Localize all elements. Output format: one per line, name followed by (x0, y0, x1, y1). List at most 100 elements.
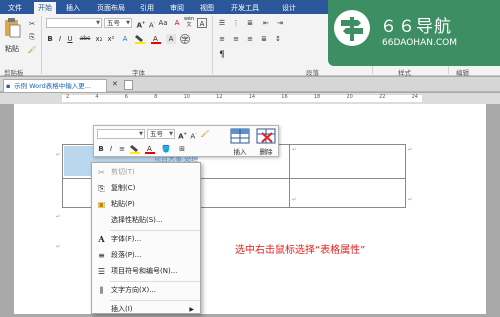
italic-button[interactable]: I (56, 34, 64, 44)
decrease-indent-icon[interactable]: ⇤ (260, 18, 272, 28)
divider (212, 16, 213, 74)
tab-home[interactable]: 开始 (34, 2, 56, 14)
mini-shrink-font-button[interactable]: A- (189, 129, 198, 140)
annotation-text: 选中右击鼠标选择“表格属性” (235, 245, 366, 256)
line-spacing-icon[interactable]: ↕ (272, 34, 284, 44)
strikethrough-button[interactable]: abc (78, 34, 92, 44)
increase-indent-icon[interactable]: ⇥ (274, 18, 286, 28)
menu-item-text-direction[interactable]: ⫼ 文字方向(X)... (92, 283, 202, 298)
underline-button[interactable]: U (66, 34, 74, 44)
shading-button[interactable]: A (166, 34, 176, 44)
menu-item-label: 剪切(T) (111, 168, 135, 176)
insert-table-icon[interactable] (230, 128, 250, 144)
ruler-label: 18 (313, 94, 321, 100)
ruler-label: 14 (248, 94, 256, 100)
font-group-label: 字体 (132, 69, 145, 77)
numbering-icon[interactable]: ⋮ (230, 18, 242, 28)
font-color-icon[interactable]: A (150, 34, 162, 44)
superscript-button[interactable]: x² (106, 34, 116, 44)
ruler-label: 2 (66, 94, 70, 100)
center-icon[interactable]: ≡ (230, 34, 242, 44)
highlight-icon[interactable] (134, 34, 146, 44)
mini-highlight-icon[interactable] (129, 144, 141, 154)
delete-table-icon[interactable] (256, 128, 276, 144)
mini-delete-label[interactable]: 删除 (256, 146, 276, 156)
clear-format-icon[interactable]: A (172, 18, 182, 28)
mini-font-name-combo[interactable]: ▼ (97, 129, 145, 139)
new-tab-icon[interactable] (124, 80, 133, 90)
menu-item-paste[interactable]: ▣ 粘贴(P) (92, 197, 202, 212)
mini-bold-button[interactable]: B (97, 144, 105, 154)
menu-item-label: 文字方向(X)... (111, 286, 156, 294)
tab-view[interactable]: 视图 (196, 2, 218, 14)
font-size-combo[interactable]: 五号 ▼ (104, 18, 132, 28)
mini-insert-label[interactable]: 插入 (230, 146, 250, 156)
menu-item-font[interactable]: A 字体(F)... (92, 232, 202, 247)
table-cell[interactable] (289, 178, 406, 208)
menu-item-paragraph[interactable]: ≡ 段落(P)... (92, 248, 202, 263)
styles-group-label: 样式 (398, 69, 411, 77)
align-left-icon[interactable]: ≡ (216, 34, 228, 44)
menu-separator (110, 230, 200, 231)
align-right-icon[interactable]: ≡ (244, 34, 256, 44)
table-cell[interactable] (289, 144, 406, 179)
mini-font-color-icon[interactable]: A (144, 144, 156, 154)
tab-design[interactable]: 设计 (278, 2, 300, 14)
paste-button[interactable] (3, 17, 21, 39)
tab-layout[interactable]: 页面布局 (92, 2, 130, 14)
text-effect-icon[interactable]: A (120, 34, 130, 44)
scissors-icon: ✂ (98, 168, 105, 177)
shading-letter: A (168, 35, 174, 43)
mini-shading-icon[interactable]: 🪣 (160, 144, 172, 154)
horizontal-ruler[interactable]: 2 4 6 8 10 12 14 16 18 20 22 24 (0, 93, 500, 104)
font-name-combo[interactable]: ▼ (46, 18, 102, 28)
ruler-label: 6 (124, 94, 128, 100)
tab-review[interactable]: 审阅 (166, 2, 188, 14)
mini-font-size-combo[interactable]: 五号 ▼ (147, 129, 175, 139)
menu-item-insert[interactable]: 插入(I) ▶ (92, 302, 202, 317)
signpost-logo-icon (334, 10, 370, 46)
editing-group-label: 编辑 (456, 69, 469, 77)
shrink-font-button[interactable]: A- (147, 18, 157, 29)
phonetic-guide-button[interactable]: wén 文 (183, 16, 195, 28)
paragraph-group-label: 段落 (306, 69, 319, 77)
close-tab-icon[interactable]: ✕ (112, 80, 118, 88)
format-painter-icon[interactable]: 🖌 (26, 45, 38, 55)
document-tab-bar: ▪ 示例 Word表格中输入更... ✕ (0, 77, 500, 92)
grow-font-button[interactable]: A+ (136, 18, 146, 29)
cut-icon[interactable]: ✂ (26, 19, 38, 29)
tab-references[interactable]: 引用 (136, 2, 158, 14)
cell-mark: ↵ (292, 147, 297, 153)
menu-item-label: 粘贴(P) (111, 200, 135, 208)
subscript-button[interactable]: x₂ (94, 34, 104, 44)
menu-item-bullets-numbering[interactable]: ☰ 项目符号和编号(N)... (92, 264, 202, 279)
chevron-down-icon: ▼ (96, 20, 100, 26)
tab-insert[interactable]: 插入 (62, 2, 84, 14)
char-border-button[interactable]: A (197, 18, 207, 28)
multilevel-list-icon[interactable]: ≣ (244, 18, 256, 28)
document-tab[interactable]: ▪ 示例 Word表格中输入更... (3, 79, 107, 92)
mini-italic-button[interactable]: I (107, 144, 115, 154)
row-end-mark: ↵ (408, 147, 413, 153)
word-doc-icon: ▪ (6, 82, 11, 90)
menu-separator (110, 281, 200, 282)
menu-item-paste-special[interactable]: 选择性粘贴(S)... (92, 213, 202, 228)
mini-align-icon[interactable]: ≡ (117, 144, 127, 154)
mini-borders-icon[interactable]: ⊞ (176, 144, 188, 154)
bullets-icon[interactable]: ☰ (216, 18, 228, 28)
bold-button[interactable]: B (46, 34, 54, 44)
menu-item-copy[interactable]: ⎘ 复制(C) (92, 181, 202, 196)
tab-file[interactable]: 文件 (4, 2, 26, 14)
tab-developer[interactable]: 开发工具 (226, 2, 264, 14)
mini-format-painter-icon[interactable]: 🖌 (200, 129, 210, 139)
ruler-label: 12 (216, 94, 223, 100)
copy-icon[interactable]: ⎘ (26, 32, 38, 42)
paste-label: 粘贴 (5, 45, 19, 53)
menu-item-cut[interactable]: ✂ 剪切(T) (92, 165, 202, 180)
enclosed-char-button[interactable]: 字 (180, 34, 190, 44)
paragraph-mark-icon[interactable]: ¶ (216, 50, 228, 60)
change-case-button[interactable]: Aa (158, 18, 168, 28)
mini-grow-font-button[interactable]: A+ (178, 129, 187, 140)
justify-icon[interactable]: ≣ (258, 34, 270, 44)
paragraph-mark: ↵ (56, 244, 61, 250)
